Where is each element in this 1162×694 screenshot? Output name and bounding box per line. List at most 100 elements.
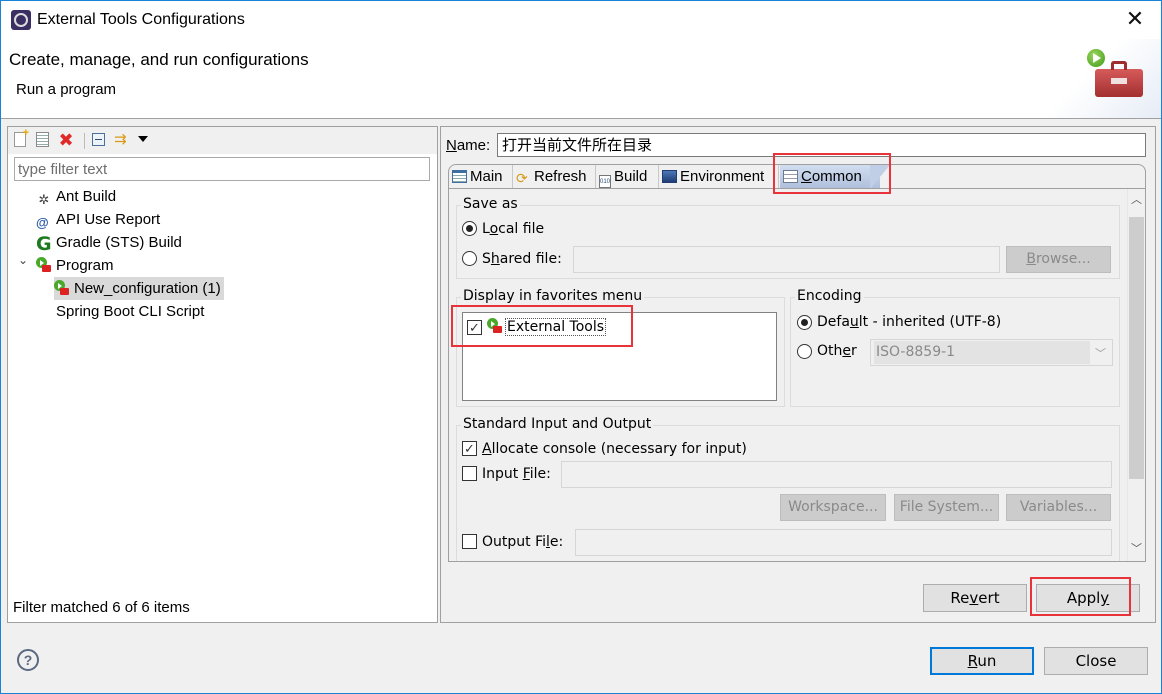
name-input[interactable]: 打开当前文件所在目录 [497,133,1146,157]
mnemonic: N [446,137,457,154]
input-file-checkbox[interactable] [462,466,477,481]
standard-io-legend: Standard Input and Output [461,416,654,432]
file-system-button[interactable]: File System... [894,494,999,521]
text: cal file [498,221,545,237]
tree-item-api-use-report[interactable]: @ API Use Report [36,208,160,231]
tree-item-label: API Use Report [56,211,161,228]
run-button[interactable]: Run [930,647,1034,675]
mnemonic: B [1026,251,1036,267]
shared-file-input[interactable] [573,246,1000,273]
filter-status: Filter matched 6 of 6 items [13,599,190,616]
external-tools-icon [487,318,503,334]
text: Input [482,466,523,482]
tree-item-ant-build[interactable]: ✲ Ant Build [36,185,117,208]
revert-button[interactable]: Revert [923,584,1027,612]
output-file-label: Output File: [482,534,563,550]
tab-build[interactable]: 010 Build [596,165,659,189]
close-window-button[interactable]: ✕ [1123,7,1147,31]
encoding-other-radio[interactable] [797,344,812,359]
tab-label: Main [470,168,503,185]
input-file-label: Input File: [482,466,551,482]
text: Appl [1066,589,1101,607]
tab-label: ommon [811,168,862,185]
text: Output Fi [482,534,547,550]
api-report-icon: @ [36,215,49,230]
input-file-field[interactable] [561,461,1112,488]
ant-icon: ✲ [38,192,50,207]
title-bar: External Tools Configurations ✕ [1,1,1161,39]
text: Oth [817,343,843,359]
close-button[interactable]: Close [1044,647,1148,675]
filter-icon[interactable]: ⇉ [114,132,130,148]
tree-item-label: New_configuration (1) [74,280,221,297]
text: lt - inherited (UTF-8) [858,314,1002,330]
tab-main[interactable]: Main [449,165,513,189]
filter-input[interactable] [14,157,430,181]
allocate-console-checkbox[interactable]: ✓ [462,441,477,456]
variables-button[interactable]: Variables... [1006,494,1111,521]
apply-button[interactable]: Apply [1036,584,1140,612]
text: r [851,343,857,359]
external-tools-checkbox[interactable]: ✓ [467,320,482,335]
output-file-checkbox[interactable] [462,534,477,549]
environment-icon [662,170,677,183]
chevron-down-icon[interactable]: ⌄ [18,253,28,267]
dialog-header: Create, manage, and run configurations R… [1,39,1161,119]
scroll-up-icon[interactable]: ︿ [1128,192,1145,209]
local-file-radio[interactable] [462,221,477,236]
mnemonic: C [801,168,812,185]
tab-environment[interactable]: Environment [659,165,779,189]
text: e: [549,534,564,550]
external-tools-label[interactable]: External Tools [505,318,607,336]
scroll-down-icon[interactable]: ﹀ [1128,541,1145,558]
delete-icon[interactable]: ✖ [58,131,74,149]
new-configuration-icon[interactable] [14,127,29,147]
common-tab-content: Save as Local file Shared file: Browse..… [448,188,1146,562]
gradle-icon: G [36,233,52,255]
run-badge-icon [1087,49,1105,67]
tree-item-label: Spring Boot CLI Script [56,303,205,320]
tree-item-spring-boot-cli-script[interactable]: Spring Boot CLI Script [56,300,204,323]
text: ile: [529,466,551,482]
help-icon[interactable]: ? [17,649,39,671]
text: llocate console (necessary for input) [491,441,747,457]
output-file-field[interactable] [575,529,1112,556]
text: rowse... [1035,251,1091,267]
tab-refresh[interactable]: ⟳ Refresh [513,165,596,189]
workspace-button[interactable]: Workspace... [780,494,886,521]
mnemonic: v [969,589,979,607]
tree-item-new-configuration[interactable]: New_configuration (1) [54,277,224,300]
duplicate-icon[interactable] [36,132,49,147]
header-title: Create, manage, and run configurations [9,50,309,69]
main-tab-icon [452,170,467,183]
external-tools-dialog: External Tools Configurations ✕ Create, … [0,0,1162,694]
window-title: External Tools Configurations [37,11,245,28]
collapse-all-icon[interactable] [92,133,105,146]
browse-button[interactable]: Browse... [1006,246,1111,273]
encoding-other-label: Other [817,343,857,359]
view-menu-icon[interactable] [138,136,148,142]
toolbox-latch [1111,78,1127,84]
tree-item-program[interactable]: Program [36,254,114,277]
tab-label: Build [614,168,648,185]
encoding-default-radio[interactable] [797,315,812,330]
name-label-text: ame: [456,137,491,154]
tab-common[interactable]: Common [780,165,890,189]
mnemonic: R [967,652,978,670]
header-subtitle: Run a program [16,81,117,98]
tree-item-gradle-build[interactable]: G Gradle (STS) Build [36,231,182,254]
local-file-label: Local file [482,221,544,237]
mnemonic: e [842,343,852,359]
toolbox-badge [60,288,69,295]
favorites-list: ✓ External Tools [462,312,777,401]
name-label: Name: [446,137,490,154]
mnemonic: y [1100,589,1110,607]
mnemonic: A [482,441,492,457]
allocate-console-label: Allocate console (necessary for input) [482,441,747,457]
save-as-legend: Save as [461,196,520,212]
encoding-other-select[interactable]: ISO-8859-1 ﹀ [870,339,1113,366]
scrollbar-thumb[interactable] [1129,217,1144,479]
shared-file-radio[interactable] [462,251,477,266]
text: L [482,221,490,237]
vertical-scrollbar[interactable]: ︿ ﹀ [1127,189,1145,561]
